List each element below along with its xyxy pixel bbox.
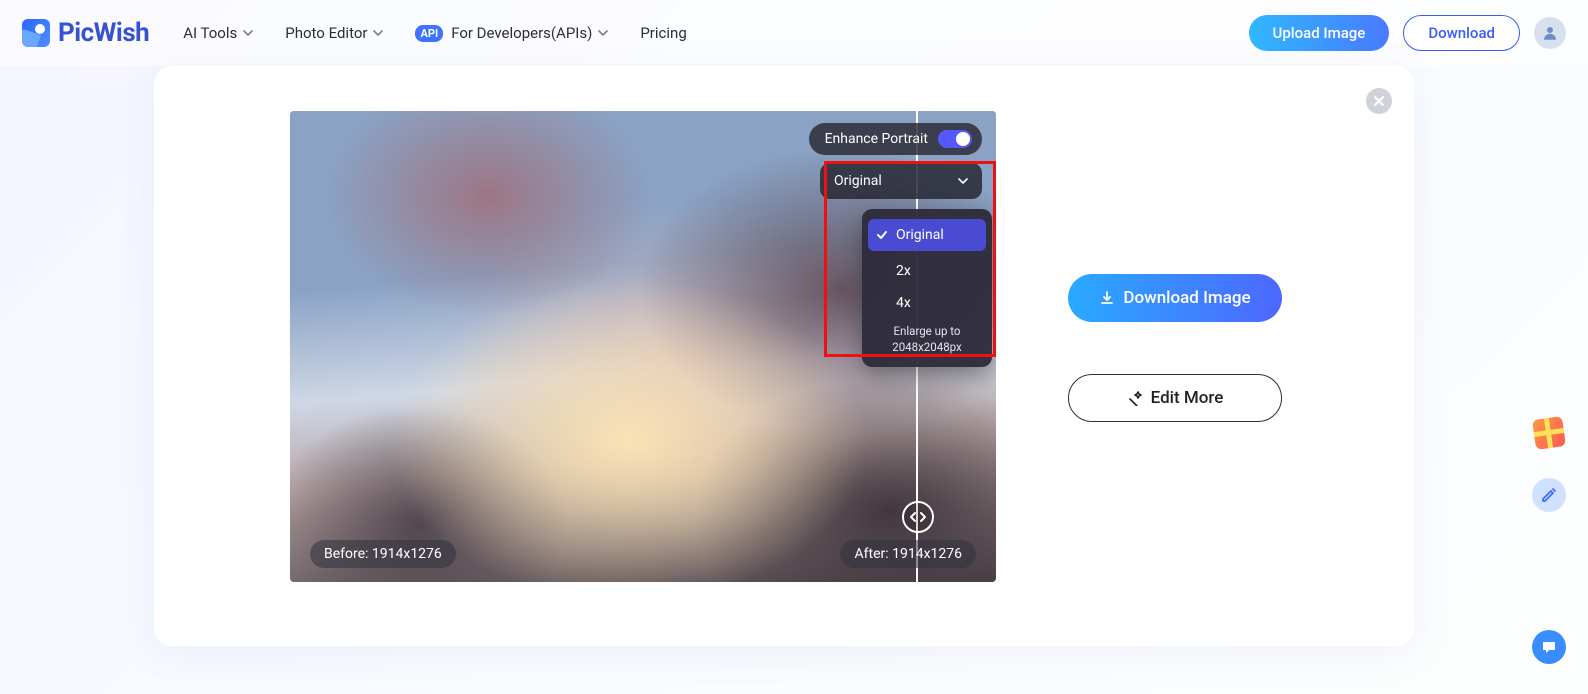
nav-pricing-label: Pricing: [640, 24, 686, 42]
chevron-down-icon: [958, 176, 968, 186]
chevron-down-icon: [598, 28, 608, 38]
download-icon: [1099, 290, 1115, 306]
nav-pricing[interactable]: Pricing: [640, 24, 686, 42]
chat-support-badge[interactable]: [1532, 630, 1566, 664]
user-icon: [1541, 24, 1559, 42]
user-avatar[interactable]: [1534, 17, 1566, 49]
scale-dropdown-trigger[interactable]: Original: [820, 163, 982, 199]
download-image-label: Download Image: [1123, 288, 1250, 308]
header-actions: Upload Image Download: [1249, 15, 1566, 51]
scale-dropdown: Original Original 2x 4x Enlarge up to: [820, 163, 982, 199]
scale-dropdown-selected: Original: [834, 173, 882, 189]
quick-edit-badge[interactable]: [1532, 478, 1566, 512]
brand-name: PicWish: [58, 18, 149, 48]
scale-dropdown-note: Enlarge up to 2048x2048px: [862, 323, 992, 355]
scale-option-label: 2x: [896, 263, 911, 279]
app-header: PicWish AI Tools Photo Editor API For De…: [0, 0, 1588, 66]
brand-logo[interactable]: PicWish: [22, 18, 149, 48]
download-header-button[interactable]: Download: [1403, 15, 1520, 51]
nav-for-developers-label: For Developers(APIs): [451, 24, 592, 42]
main-nav: AI Tools Photo Editor API For Developers…: [183, 24, 687, 42]
comparison-slider-handle[interactable]: [902, 501, 934, 533]
enhance-portrait-control: Enhance Portrait: [809, 123, 982, 155]
edit-more-button[interactable]: Edit More: [1068, 374, 1282, 422]
nav-for-developers[interactable]: API For Developers(APIs): [415, 24, 608, 42]
scale-option-original[interactable]: Original: [868, 219, 986, 251]
after-dimensions-label: After: 1914x1276: [840, 540, 976, 568]
slider-arrows-icon: [910, 511, 926, 523]
enhance-portrait-label: Enhance Portrait: [825, 131, 928, 147]
chevron-down-icon: [243, 28, 253, 38]
close-icon: [1373, 95, 1385, 107]
nav-photo-editor[interactable]: Photo Editor: [285, 24, 383, 42]
check-icon: [876, 229, 888, 241]
upload-image-button[interactable]: Upload Image: [1249, 15, 1390, 51]
scale-option-2x[interactable]: 2x: [862, 255, 992, 287]
nav-ai-tools-label: AI Tools: [183, 24, 237, 42]
gift-promo-icon[interactable]: [1532, 416, 1566, 450]
nav-ai-tools[interactable]: AI Tools: [183, 24, 253, 42]
pencil-icon: [1540, 486, 1558, 504]
download-image-button[interactable]: Download Image: [1068, 274, 1282, 322]
api-badge-icon: API: [415, 25, 443, 42]
image-comparison-preview: Before: 1914x1276 After: 1914x1276 Enhan…: [290, 111, 996, 582]
enhance-portrait-toggle[interactable]: [938, 130, 972, 148]
scale-option-4x[interactable]: 4x: [862, 287, 992, 319]
edit-more-label: Edit More: [1151, 388, 1224, 408]
logo-icon: [22, 19, 50, 47]
before-dimensions-label: Before: 1914x1276: [310, 540, 456, 568]
magic-wand-icon: [1127, 390, 1143, 406]
close-button[interactable]: [1366, 88, 1392, 114]
scale-option-label: Original: [896, 227, 944, 243]
nav-photo-editor-label: Photo Editor: [285, 24, 367, 42]
action-buttons: Download Image Edit More: [1068, 274, 1282, 422]
chevron-down-icon: [373, 28, 383, 38]
editor-card: Before: 1914x1276 After: 1914x1276 Enhan…: [154, 66, 1414, 646]
scale-option-label: 4x: [896, 295, 911, 311]
scale-dropdown-panel: Original 2x 4x Enlarge up to 2048x2048px: [862, 209, 992, 367]
chat-icon: [1540, 638, 1558, 656]
